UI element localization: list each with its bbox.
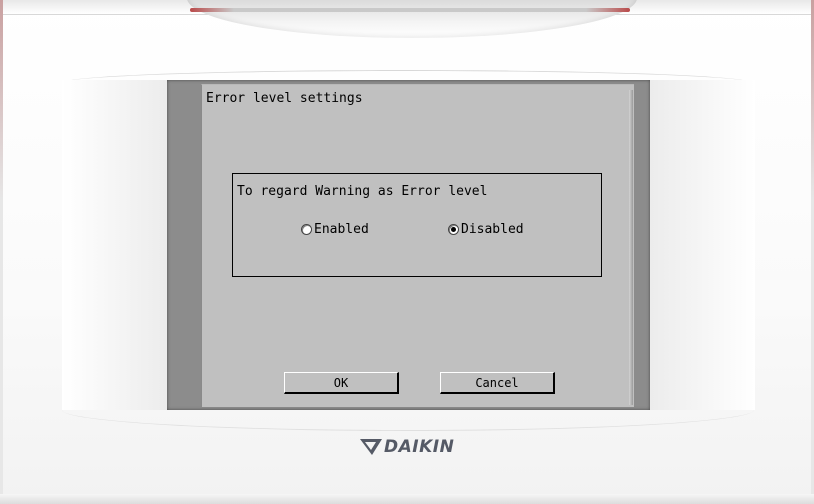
radio-checked-icon[interactable] [448, 224, 459, 235]
device-right-panel [650, 80, 755, 410]
device-top-notch [187, 0, 637, 38]
dialog-title: Error level settings [206, 91, 363, 106]
group-label: To regard Warning as Error level [237, 184, 488, 199]
device-lower-arc [62, 410, 754, 431]
device-left-panel [62, 80, 167, 410]
radio-enabled[interactable]: Enabled [301, 222, 369, 237]
daikin-triangle-icon [360, 439, 382, 455]
cancel-button[interactable]: Cancel [440, 372, 555, 394]
warning-error-groupbox: To regard Warning as Error level Enabled… [232, 173, 602, 277]
controller-device: Error level settings To regard Warning a… [0, 0, 814, 504]
device-top-accent-line [190, 8, 630, 12]
device-left-edge [0, 0, 3, 504]
brand-name: DAIKIN [384, 437, 455, 457]
radio-enabled-label: Enabled [314, 222, 369, 237]
dialog-screen: Error level settings To regard Warning a… [201, 84, 634, 407]
ok-button[interactable]: OK [284, 372, 399, 394]
device-bottom-edge [0, 494, 814, 504]
radio-disabled[interactable]: Disabled [448, 222, 524, 237]
radio-unchecked-icon[interactable] [301, 224, 312, 235]
radio-disabled-label: Disabled [461, 222, 524, 237]
daikin-logo: DAIKIN [360, 437, 454, 457]
screen-right-edge [629, 90, 633, 405]
